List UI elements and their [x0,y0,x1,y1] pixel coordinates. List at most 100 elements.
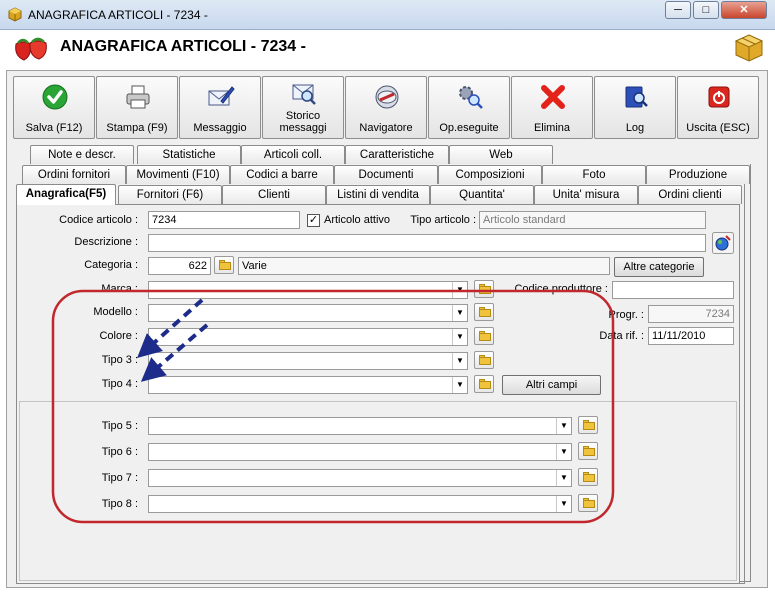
save-button[interactable]: Salva (F12) [13,76,95,139]
modello-select[interactable]: ▼ [148,304,468,322]
tipo-articolo-label: Tipo articolo : [410,214,476,226]
marca-folder-button[interactable] [474,280,494,298]
check-icon [42,84,68,110]
chevron-down-icon: ▼ [556,470,571,486]
tipo5-folder-button[interactable] [578,416,598,434]
chevron-down-icon: ▼ [556,444,571,460]
tab-clienti[interactable]: Clienti [222,185,326,204]
codice-articolo-input[interactable]: 7234 [148,211,300,229]
translate-globe-icon[interactable] [712,232,734,254]
tab-listini-di-vendita[interactable]: Listini di vendita [326,185,430,204]
colore-label: Colore : [99,330,138,342]
exit-button[interactable]: Uscita (ESC) [677,76,759,139]
gears-search-icon [459,86,483,109]
tab-fornitori[interactable]: Fornitori (F6) [118,185,222,204]
articolo-attivo-checkbox[interactable]: ✓ [307,214,320,227]
codice-produttore-label: Codice produttore : [514,283,608,295]
tab-statistiche[interactable]: Statistiche [137,145,241,164]
delete-x-icon [541,85,565,109]
message-history-button[interactable]: Storico messaggi [262,76,344,139]
tipo-articolo-field: Articolo standard [479,211,706,229]
tab-ordini-clienti[interactable]: Ordini clienti [638,185,742,204]
colore-folder-button[interactable] [474,327,494,345]
data-rif-label: Data rif. : [599,330,644,342]
tab-unita-misura[interactable]: Unita' misura [534,185,638,204]
modello-folder-button[interactable] [474,303,494,321]
tab-foto[interactable]: Foto [542,165,646,184]
colore-select[interactable]: ▼ [148,328,468,346]
progr-field: 7234 [648,305,734,323]
altre-categorie-button[interactable]: Altre categorie [614,257,704,277]
descrizione-label: Descrizione : [74,236,138,248]
marca-label: Marca : [101,283,138,295]
altri-campi-button[interactable]: Altri campi [502,375,601,395]
tab-note-descr[interactable]: Note e descr. [30,145,134,164]
chevron-down-icon: ▼ [452,305,467,321]
tab-movimenti[interactable]: Movimenti (F10) [126,165,230,184]
message-button[interactable]: Messaggio [179,76,261,139]
tab-caratteristiche[interactable]: Caratteristiche [345,145,449,164]
chevron-down-icon: ▼ [452,282,467,298]
print-button[interactable]: Stampa (F9) [96,76,178,139]
tipo7-folder-button[interactable] [578,468,598,486]
chevron-down-icon: ▼ [452,329,467,345]
chevron-down-icon: ▼ [452,377,467,393]
power-icon [708,86,730,108]
close-button[interactable]: ✕ [721,1,767,19]
tipo7-select[interactable]: ▼ [148,469,572,487]
tipo4-select[interactable]: ▼ [148,376,468,394]
tab-articoli-coll[interactable]: Articoli coll. [241,145,345,164]
data-rif-input[interactable]: 11/11/2010 [648,327,734,345]
tab-codici-a-barre[interactable]: Codici a barre [230,165,334,184]
tab-anagrafica[interactable]: Anagrafica(F5) [16,184,116,205]
window-titlebar: ANAGRAFICA ARTICOLI - 7234 - ─ □ ✕ [0,0,775,30]
strawberry-logo-icon [15,37,47,61]
tab-web[interactable]: Web [449,145,553,164]
app-box-icon [8,7,22,22]
envelope-search-icon [292,84,316,105]
categoria-folder-button[interactable] [214,256,234,274]
log-button[interactable]: Log [594,76,676,139]
categoria-label: Categoria : [84,259,138,271]
tipo3-label: Tipo 3 : [101,354,138,366]
chevron-down-icon: ▼ [452,353,467,369]
tab-quantita[interactable]: Quantita' [430,185,534,204]
tipo4-folder-button[interactable] [474,375,494,393]
window-title: ANAGRAFICA ARTICOLI - 7234 - [28,8,208,22]
progr-label: Progr. : [608,309,644,321]
printer-icon [126,85,150,109]
codice-produttore-input[interactable] [612,281,734,299]
tipo6-select[interactable]: ▼ [148,443,572,461]
tipo3-select[interactable]: ▼ [148,352,468,370]
tab-ordini-fornitori[interactable]: Ordini fornitori [22,165,126,184]
descrizione-input[interactable] [148,234,706,252]
tipo8-select[interactable]: ▼ [148,495,572,513]
maximize-button[interactable]: □ [693,1,719,19]
navigator-button[interactable]: Navigatore [345,76,427,139]
tab-documenti[interactable]: Documenti [334,165,438,184]
tab-produzione[interactable]: Produzione [646,165,750,184]
tipo8-folder-button[interactable] [578,494,598,512]
minimize-button[interactable]: ─ [665,1,691,19]
tipo5-select[interactable]: ▼ [148,417,572,435]
tipo7-label: Tipo 7 : [101,472,138,484]
tab-composizioni[interactable]: Composizioni [438,165,542,184]
page-title: ANAGRAFICA ARTICOLI - 7234 - [60,38,306,55]
tipo3-folder-button[interactable] [474,351,494,369]
book-search-icon [625,86,648,108]
categoria-code-input[interactable]: 622 [148,257,211,275]
chevron-down-icon: ▼ [556,496,571,512]
marca-select[interactable]: ▼ [148,281,468,299]
delete-button[interactable]: Elimina [511,76,593,139]
compass-icon [375,85,399,109]
tipo8-label: Tipo 8 : [101,498,138,510]
codice-articolo-label: Codice articolo : [59,214,138,226]
operations-done-button[interactable]: Op.eseguite [428,76,510,139]
chevron-down-icon: ▼ [556,418,571,434]
envelope-pen-icon [208,86,235,106]
categoria-description-field: Varie [238,257,610,275]
tipo6-label: Tipo 6 : [101,446,138,458]
tipo5-label: Tipo 5 : [101,420,138,432]
header-band: ANAGRAFICA ARTICOLI - 7234 - [0,30,775,64]
tipo6-folder-button[interactable] [578,442,598,460]
